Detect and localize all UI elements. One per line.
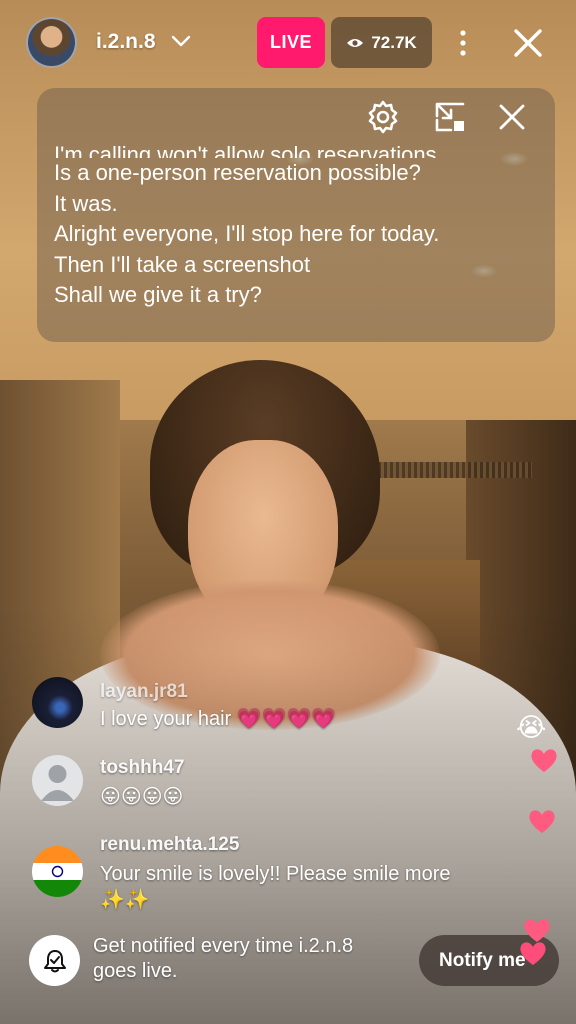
caption-line: Then I'll take a screenshot (54, 251, 311, 277)
live-captions-panel: I'm calling won't allow solo reservation… (37, 88, 555, 342)
india-flag-icon (51, 865, 64, 878)
comment-item[interactable]: toshhh47 😛😛😛😛 (32, 755, 512, 815)
eye-icon (347, 38, 364, 47)
chevron-down-icon[interactable] (170, 32, 192, 50)
comment-username[interactable]: renu.mehta.125 (100, 834, 239, 856)
comment-text: I love your hair 💗💗💗💗 (100, 708, 337, 730)
comment-username[interactable]: layan.jr81 (100, 681, 188, 703)
top-bar: i.2.n.8 LIVE 72.7K (0, 0, 576, 86)
floating-reaction: 😭 (516, 712, 547, 742)
commenter-avatar[interactable] (32, 755, 83, 806)
heart-icon (529, 810, 555, 833)
comment-item[interactable]: renu.mehta.125 Your smile is lovely!! Pl… (32, 834, 512, 914)
notify-message: Get notified every time i.2.n.8 goes liv… (93, 935, 354, 982)
default-avatar-icon (41, 765, 74, 801)
commenter-avatar[interactable] (32, 846, 83, 897)
viewer-count[interactable]: 72.7K (331, 17, 432, 68)
caption-line-partial: I'm calling won't allow solo reservation… (54, 142, 443, 158)
comment-item[interactable]: layan.jr81 I love your hair 💗💗💗💗 (32, 677, 512, 737)
comment-username[interactable]: toshhh47 (100, 757, 184, 779)
close-icon[interactable] (511, 26, 545, 60)
more-vertical-icon[interactable] (452, 26, 474, 60)
commenter-avatar[interactable] (32, 677, 83, 728)
caption-line: Is a one-person reservation possible? (54, 160, 421, 185)
caption-line: It was. (54, 190, 118, 216)
heart-icon (531, 749, 557, 772)
bell-icon (43, 949, 66, 972)
caption-line: Alright everyone, I'll stop here for tod… (54, 221, 440, 246)
host-avatar[interactable] (26, 17, 77, 68)
live-badge: LIVE (257, 17, 325, 68)
bell-button[interactable] (29, 935, 80, 986)
heart-icon (520, 942, 546, 965)
caption-lines: I'm calling won't allow solo reservation… (54, 128, 544, 311)
air-vent (372, 462, 532, 478)
caption-line: Shall we give it a try? (54, 282, 262, 307)
comment-text: 😛😛😛😛 (100, 786, 184, 808)
viewer-count-value: 72.7K (371, 32, 417, 52)
comment-text: Your smile is lovely!! Please smile more… (100, 863, 451, 911)
host-username[interactable]: i.2.n.8 (96, 30, 156, 54)
